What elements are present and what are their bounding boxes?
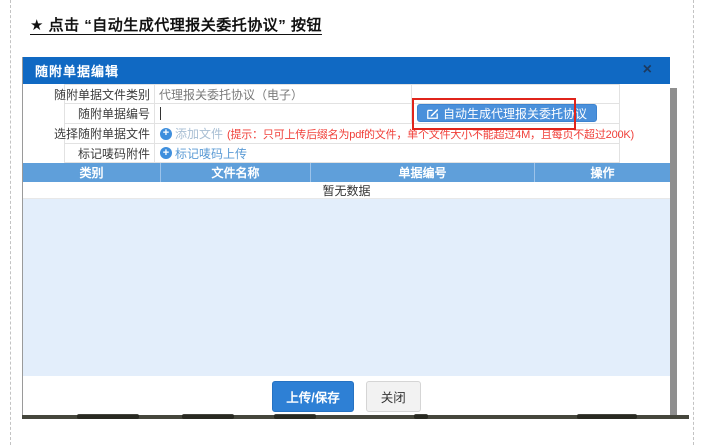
form-row-mark-code: 标记唛码附件 + 标记唛码上传 (65, 144, 619, 163)
column-header-category: 类别 (23, 163, 161, 182)
close-button[interactable]: 关闭 (366, 381, 421, 412)
background-artifact (414, 414, 428, 419)
document-number-label: 随附单据编号 (65, 104, 155, 123)
dialog-shadow (670, 88, 677, 419)
plus-circle-icon: + (160, 128, 172, 140)
background-artifact (577, 414, 637, 419)
form-row-file-type: 随附单据文件类别 代理报关委托协议（电子） (65, 85, 619, 104)
file-type-label: 随附单据文件类别 (65, 85, 155, 103)
dialog-bottom-edge (22, 415, 689, 419)
background-artifact (77, 414, 139, 419)
auto-generate-agreement-button[interactable]: 自动生成代理报关委托协议 (417, 104, 597, 122)
upload-hint-text: (提示：只可上传后缀名为pdf的文件，单个文件大小不能超过4M，且每页不超过20… (227, 126, 634, 142)
attached-document-edit-dialog: 随附单据编辑 × 随附单据文件类别 代理报关委托协议（电子） 随附单据编号 (22, 57, 670, 415)
select-file-label: 选择随附单据文件 (65, 124, 155, 143)
form-row-select-file: 选择随附单据文件 + 添加文件 (提示：只可上传后缀名为pdf的文件，单个文件大… (65, 124, 619, 144)
background-artifact (182, 414, 234, 419)
close-icon[interactable]: × (643, 60, 652, 80)
empty-table-message: 暂无数据 (23, 182, 670, 199)
step-caption: ★ 点击 “自动生成代理报关委托协议” 按钮 (30, 14, 322, 35)
crop-guide-left (10, 0, 11, 445)
column-header-actions: 操作 (535, 163, 670, 182)
plus-circle-icon: + (160, 147, 172, 159)
crop-guide-right (693, 0, 694, 445)
document-form: 随附单据文件类别 代理报关委托协议（电子） 随附单据编号 (64, 84, 620, 163)
text-caret (160, 107, 161, 120)
mark-code-label: 标记唛码附件 (65, 144, 155, 162)
attachment-table-header: 类别 文件名称 单据编号 操作 (23, 163, 670, 182)
dialog-title: 随附单据编辑 (35, 61, 119, 80)
document-number-input[interactable] (155, 104, 412, 123)
column-header-document-number: 单据编号 (311, 163, 535, 182)
column-header-file-name: 文件名称 (161, 163, 311, 182)
mark-code-upload-link[interactable]: + 标记唛码上传 (160, 145, 247, 162)
mark-code-upload-label: 标记唛码上传 (175, 145, 247, 162)
dialog-footer: 上传/保存 关闭 (23, 376, 670, 416)
upload-save-button[interactable]: 上传/保存 (272, 381, 353, 412)
add-file-label: 添加文件 (175, 125, 223, 142)
form-row-document-number: 随附单据编号 自动生成代理报关委托协议 (65, 104, 619, 124)
add-file-link[interactable]: + 添加文件 (160, 125, 223, 142)
dialog-header: 随附单据编辑 × (23, 57, 670, 84)
edit-icon (427, 108, 438, 119)
auto-generate-agreement-label: 自动生成代理报关委托协议 (443, 105, 587, 122)
screenshot-root: ★ 点击 “自动生成代理报关委托协议” 按钮 随附单据编辑 × 随附单据文件类别… (0, 0, 701, 445)
file-type-value: 代理报关委托协议（电子） (155, 85, 412, 103)
background-artifact (274, 414, 316, 419)
attachment-table-body (23, 199, 670, 376)
